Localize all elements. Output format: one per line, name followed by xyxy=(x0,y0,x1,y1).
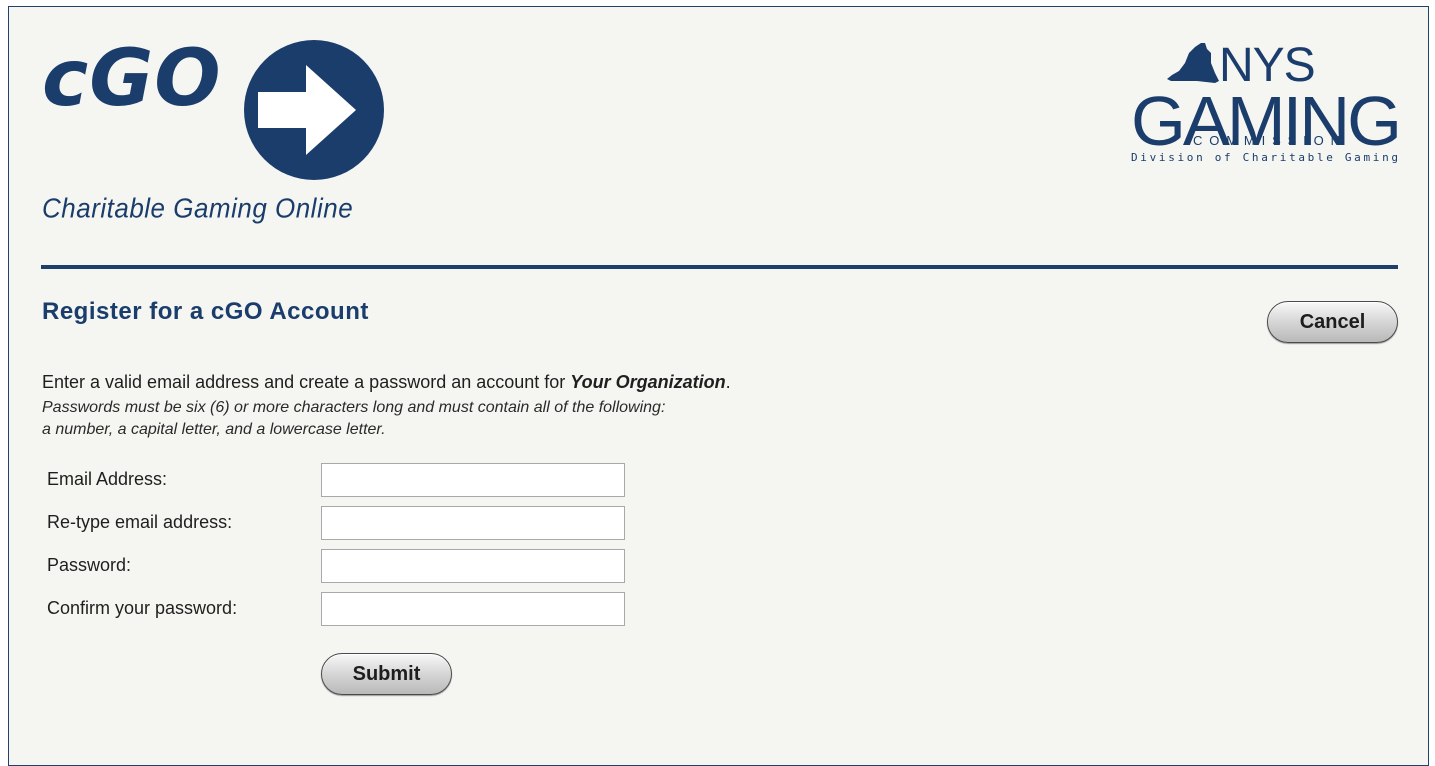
tagline: Charitable Gaming Online xyxy=(42,192,354,224)
page-frame: cGO Charitable Gaming Online NYS GAMING … xyxy=(8,6,1429,766)
page-title: Register for a cGO Account xyxy=(42,298,369,325)
retype-email-label: Re-type email address: xyxy=(47,512,233,532)
password-field[interactable] xyxy=(321,549,625,583)
cancel-button[interactable]: Cancel xyxy=(1267,301,1398,343)
retype-email-row: Re-type email address: xyxy=(47,506,647,542)
intro-text-end: . xyxy=(725,372,731,392)
intro-organization: Your Organization xyxy=(570,372,726,392)
password-rules-line-1: Passwords must be six (6) or more charac… xyxy=(42,399,666,416)
nys-gaming-commission-logo: NYS GAMING COMMISSION Division of Charit… xyxy=(1131,41,1402,164)
svg-text:COMMISSION: COMMISSION xyxy=(1193,133,1343,148)
svg-text:Division of Charitable Gaming: Division of Charitable Gaming xyxy=(1131,151,1399,164)
password-row: Password: xyxy=(47,549,647,585)
intro-text: Enter a valid email address and create a… xyxy=(42,371,731,394)
header-divider xyxy=(41,265,1398,269)
email-row: Email Address: xyxy=(47,463,647,499)
submit-button[interactable]: Submit xyxy=(321,653,452,695)
password-label: Password: xyxy=(47,555,132,575)
arrow-right-icon xyxy=(244,40,384,180)
confirm-password-row: Confirm your password: xyxy=(47,592,647,628)
confirm-password-label: Confirm your password: xyxy=(47,598,238,618)
retype-email-field[interactable] xyxy=(321,506,625,540)
password-rules-line-2: a number, a capital letter, and a lowerc… xyxy=(42,421,386,438)
password-rules: Passwords must be six (6) or more charac… xyxy=(42,397,1002,441)
email-field[interactable] xyxy=(321,463,625,497)
intro-text-main: Enter a valid email address and create a… xyxy=(42,372,571,392)
confirm-password-field[interactable] xyxy=(321,592,625,626)
cgo-logo-text: cGO xyxy=(42,34,222,124)
cgo-logo: cGO xyxy=(42,40,387,190)
email-label: Email Address: xyxy=(47,469,168,489)
header: cGO Charitable Gaming Online NYS GAMING … xyxy=(9,7,1428,277)
svg-text:GAMING: GAMING xyxy=(1131,82,1399,160)
